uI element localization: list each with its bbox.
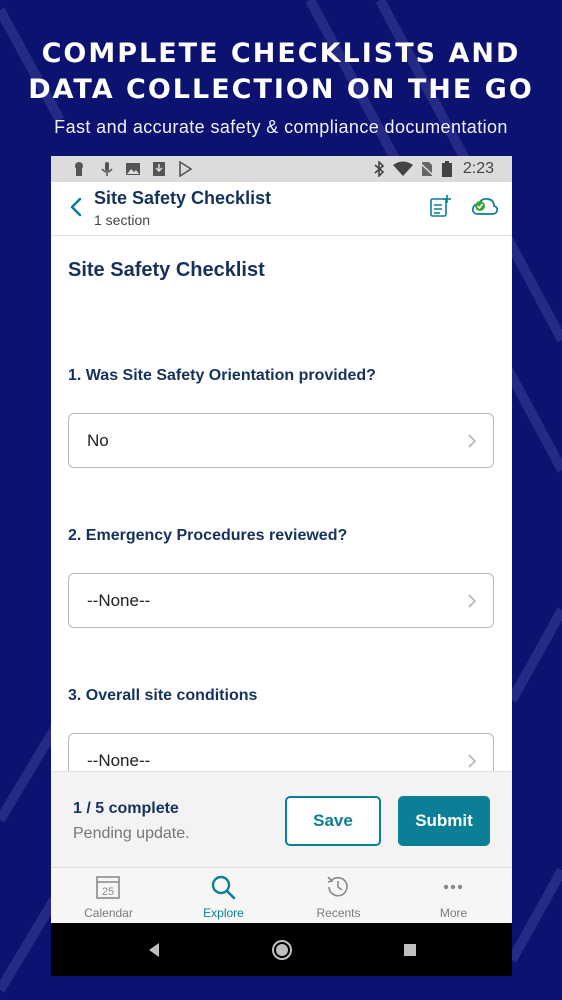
keyhole-icon xyxy=(75,162,83,176)
save-button[interactable]: Save xyxy=(285,796,381,846)
chevron-right-icon xyxy=(468,594,476,608)
chevron-right-icon xyxy=(468,434,476,448)
search-icon xyxy=(211,875,236,900)
calendar-day: 25 xyxy=(102,886,114,898)
question-label: 1. Was Site Safety Orientation provided? xyxy=(68,367,376,384)
add-note-icon[interactable] xyxy=(429,194,451,218)
cloud-synced-icon xyxy=(472,198,499,215)
history-icon xyxy=(327,876,348,897)
answer-picker[interactable]: --None-- xyxy=(68,733,494,771)
tab-more[interactable]: More xyxy=(396,868,511,924)
question-label: 3. Overall site conditions xyxy=(68,687,258,704)
bottom-tab-bar: 25 Calendar Explore Recents More xyxy=(51,867,512,923)
app-header: Site Safety Checklist 1 section xyxy=(51,182,512,236)
status-time: 2:23 xyxy=(462,160,494,177)
picker-value: --None-- xyxy=(87,751,151,770)
section-count: 1 section xyxy=(94,212,151,228)
answer-picker[interactable]: --None-- xyxy=(68,573,494,628)
play-store-icon xyxy=(179,161,193,177)
no-sim-icon xyxy=(419,162,435,177)
promo-subtitle: Fast and accurate safety & compliance do… xyxy=(54,117,508,137)
completion-progress: 1 / 5 complete xyxy=(73,800,179,817)
tab-label: Recents xyxy=(316,906,361,920)
chevron-right-icon xyxy=(468,754,476,768)
system-nav-bar xyxy=(51,923,512,976)
submit-button[interactable]: Submit xyxy=(398,796,490,846)
wifi-icon xyxy=(393,161,413,176)
form-title: Site Safety Checklist xyxy=(68,259,265,281)
tab-label: More xyxy=(439,906,468,920)
tab-explore[interactable]: Explore xyxy=(166,868,281,924)
form-footer: 1 / 5 complete Pending update. Save Subm… xyxy=(51,771,512,867)
tab-calendar[interactable]: 25 Calendar xyxy=(51,868,166,924)
nav-overview-icon[interactable] xyxy=(401,941,419,959)
bluetooth-icon xyxy=(374,161,385,177)
page-title: Site Safety Checklist xyxy=(94,188,272,208)
tab-recents[interactable]: Recents xyxy=(281,868,396,924)
tab-label: Calendar xyxy=(84,906,133,920)
picker-value: --None-- xyxy=(87,591,151,610)
image-icon xyxy=(126,163,140,175)
more-dots-icon xyxy=(443,884,463,890)
battery-icon xyxy=(442,161,452,177)
picker-value: No xyxy=(87,431,109,450)
calendar-icon: 25 xyxy=(96,876,120,899)
status-bar: 2:23 xyxy=(51,156,512,182)
promo-title: COMPLETE CHECKLISTS AND DATA COLLECTION … xyxy=(28,38,534,105)
back-arrow-icon[interactable] xyxy=(69,196,83,218)
question-label: 2. Emergency Procedures reviewed? xyxy=(68,527,348,544)
mic-icon xyxy=(101,162,113,176)
download-icon xyxy=(153,162,165,176)
phone-screen: 2:23 Site Safety Checklist 1 section Sit… xyxy=(51,156,512,976)
sync-status: Pending update. xyxy=(73,825,190,842)
nav-back-icon[interactable] xyxy=(145,941,163,959)
tab-label: Explore xyxy=(203,906,244,920)
answer-picker[interactable]: No xyxy=(68,413,494,468)
nav-home-icon[interactable] xyxy=(271,939,293,961)
form-content[interactable]: Site Safety Checklist 1. Was Site Safety… xyxy=(51,237,512,771)
